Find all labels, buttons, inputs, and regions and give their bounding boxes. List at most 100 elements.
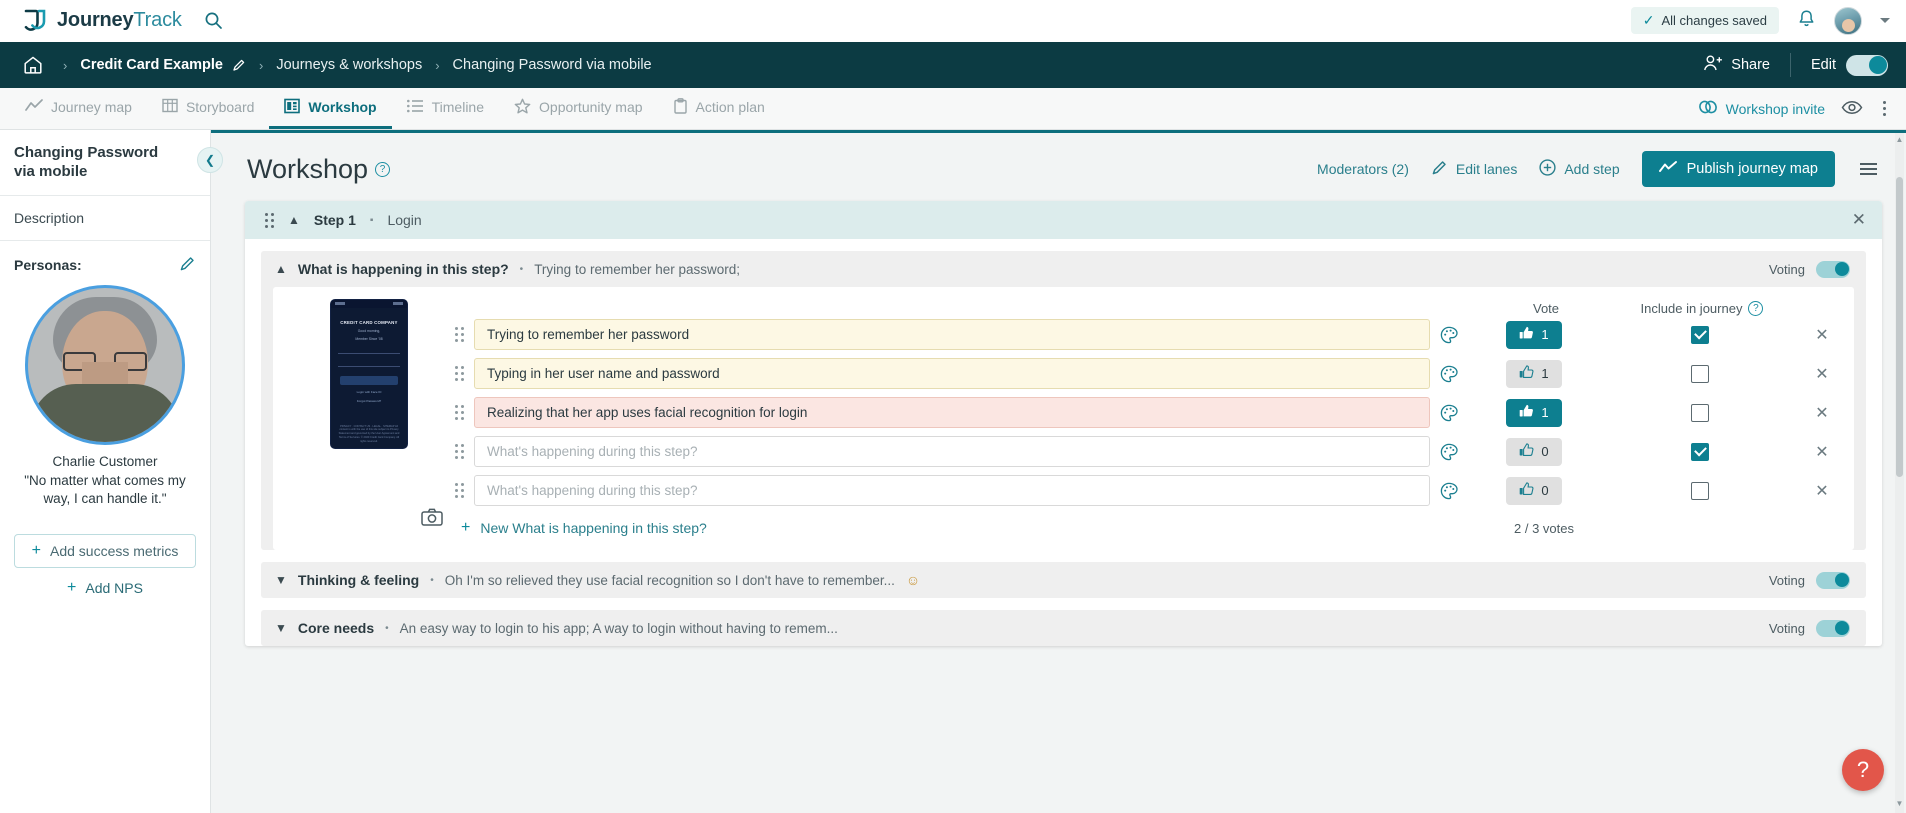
logo[interactable]: JourneyTrack: [22, 8, 182, 34]
delete-row-icon[interactable]: ✕: [1800, 325, 1844, 345]
palette-icon[interactable]: [1440, 443, 1458, 461]
section-summary: Trying to remember her password;: [534, 261, 741, 277]
avatar[interactable]: [1834, 6, 1862, 35]
vote-button[interactable]: 1: [1506, 320, 1562, 349]
pencil-icon[interactable]: [232, 58, 246, 72]
emoji-icon[interactable]: ☺: [906, 572, 920, 588]
vertical-scrollbar[interactable]: ▲ ▼: [1895, 133, 1904, 813]
home-icon[interactable]: [16, 54, 50, 76]
drag-handle-icon[interactable]: [265, 212, 274, 228]
palette-icon[interactable]: [1440, 326, 1458, 344]
tab-timeline[interactable]: Timeline: [392, 88, 499, 129]
camera-icon[interactable]: [421, 506, 443, 528]
persona-avatar[interactable]: [25, 284, 185, 445]
vote-button[interactable]: 0: [1506, 476, 1562, 505]
hamburger-icon[interactable]: [1857, 160, 1880, 178]
delete-row-icon[interactable]: ✕: [1800, 403, 1844, 423]
share-button[interactable]: Share: [1703, 54, 1770, 76]
vote-button[interactable]: 1: [1506, 359, 1562, 388]
workshop-invite-button[interactable]: Workshop invite: [1698, 100, 1825, 117]
voting-toggle[interactable]: [1816, 260, 1850, 278]
moderators-button[interactable]: Moderators (2): [1317, 161, 1409, 177]
step-name[interactable]: Login: [387, 212, 421, 228]
chevron-up-icon[interactable]: ▲: [275, 262, 287, 276]
pencil-icon[interactable]: [179, 255, 196, 275]
tab-storyboard[interactable]: Storyboard: [147, 88, 269, 129]
idea-input[interactable]: [474, 397, 1430, 428]
section-separator: •: [385, 622, 389, 634]
include-checkbox[interactable]: [1691, 403, 1709, 422]
search-icon[interactable]: [204, 11, 223, 30]
drag-handle-icon[interactable]: [455, 366, 464, 381]
tab-action-plan[interactable]: Action plan: [658, 88, 780, 129]
page-title: Workshop?: [247, 154, 391, 185]
table-row: 1 ✕: [455, 319, 1844, 350]
section-header[interactable]: ▲ What is happening in this step? • Tryi…: [261, 251, 1866, 287]
drag-handle-icon[interactable]: [455, 405, 464, 420]
table-row: 0 ✕: [455, 436, 1844, 467]
include-checkbox[interactable]: [1691, 325, 1709, 344]
close-icon[interactable]: ✕: [1852, 210, 1866, 230]
chevron-down-icon[interactable]: ▼: [275, 621, 287, 635]
drag-handle-icon[interactable]: [455, 483, 464, 498]
include-checkbox[interactable]: [1691, 442, 1709, 461]
tab-journey-map[interactable]: Journey map: [10, 88, 147, 129]
sidebar-collapse-button[interactable]: ❮: [197, 147, 223, 173]
idea-input[interactable]: [474, 436, 1430, 467]
help-circle-icon[interactable]: ?: [375, 161, 391, 177]
scroll-up-arrow-icon[interactable]: ▲: [1895, 135, 1904, 147]
bell-icon[interactable]: [1797, 9, 1816, 32]
palette-icon[interactable]: [1440, 482, 1458, 500]
publish-journey-map-button[interactable]: Publish journey map: [1641, 151, 1835, 187]
edit-mode-toggle[interactable]: [1846, 54, 1888, 76]
sidebar-description[interactable]: Description: [0, 196, 210, 241]
vote-button[interactable]: 1: [1506, 398, 1562, 427]
include-checkbox[interactable]: [1691, 481, 1709, 500]
step-header: ▲ Step 1 ▪ Login ✕: [245, 201, 1882, 239]
phone-mockup[interactable]: CREDIT CARD COMPANY Good morning, Member…: [330, 299, 408, 449]
breadcrumb-item-project[interactable]: Credit Card Example: [80, 57, 223, 73]
tab-label: Action plan: [695, 99, 765, 115]
scrollbar-thumb[interactable]: [1896, 177, 1903, 477]
drag-handle-icon[interactable]: [455, 327, 464, 342]
delete-row-icon[interactable]: ✕: [1800, 481, 1844, 501]
idea-input[interactable]: [474, 319, 1430, 350]
help-circle-icon[interactable]: ?: [1748, 300, 1764, 316]
tab-label: Timeline: [431, 99, 485, 115]
tab-label: Opportunity map: [539, 99, 643, 115]
idea-input[interactable]: [474, 358, 1430, 389]
drag-handle-icon[interactable]: [455, 444, 464, 459]
section-header[interactable]: ▼ Core needs • An easy way to login to h…: [261, 610, 1866, 646]
breadcrumb-item-current[interactable]: Changing Password via mobile: [453, 57, 652, 73]
add-success-metrics-button[interactable]: + Add success metrics: [14, 533, 196, 568]
palette-icon[interactable]: [1440, 404, 1458, 422]
scroll-down-arrow-icon[interactable]: ▼: [1895, 799, 1904, 811]
vote-button[interactable]: 0: [1506, 437, 1562, 466]
chevron-up-icon[interactable]: ▲: [288, 213, 300, 227]
chevron-down-icon[interactable]: ▼: [275, 573, 287, 587]
voting-toggle[interactable]: [1816, 571, 1850, 589]
delete-row-icon[interactable]: ✕: [1800, 364, 1844, 384]
voting-toggle[interactable]: [1816, 619, 1850, 637]
section-header[interactable]: ▼ Thinking & feeling • Oh I'm so relieve…: [261, 562, 1866, 598]
vote-cell: 0: [1468, 476, 1600, 505]
idea-input[interactable]: [474, 475, 1430, 506]
left-sidebar: Changing Password via mobile ❮ Descripti…: [0, 130, 223, 813]
include-checkbox[interactable]: [1691, 364, 1709, 383]
palette-icon[interactable]: [1440, 365, 1458, 383]
eye-icon[interactable]: [1841, 100, 1863, 118]
tab-workshop[interactable]: Workshop: [269, 88, 392, 129]
vote-cell: 1: [1468, 359, 1600, 388]
add-step-button[interactable]: Add step: [1539, 159, 1620, 179]
table-row: 1 ✕: [455, 358, 1844, 389]
breadcrumb-item-journeys[interactable]: Journeys & workshops: [276, 57, 422, 73]
more-vertical-icon[interactable]: [1879, 97, 1890, 120]
tab-opportunity-map[interactable]: Opportunity map: [499, 88, 658, 129]
delete-row-icon[interactable]: ✕: [1800, 442, 1844, 462]
add-step-label: Add step: [1564, 161, 1620, 177]
help-fab-button[interactable]: ?: [1842, 749, 1884, 791]
new-item-button[interactable]: New What is happening in this step?: [480, 520, 706, 536]
edit-lanes-button[interactable]: Edit lanes: [1431, 159, 1517, 179]
chevron-down-icon[interactable]: [1880, 18, 1890, 23]
add-nps-button[interactable]: + Add NPS: [0, 579, 210, 596]
